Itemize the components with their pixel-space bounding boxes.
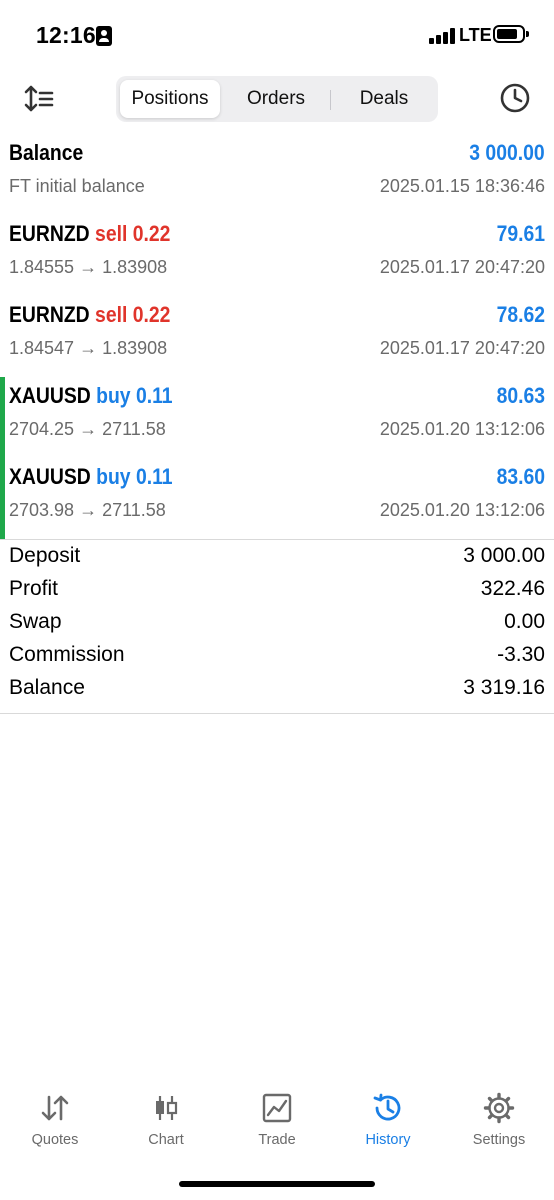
summary-value: 0.00 [504, 610, 545, 633]
tab-history[interactable]: History [333, 1086, 443, 1152]
segment-divider [330, 90, 331, 110]
trade-icon [262, 1093, 292, 1123]
symbol-text: Balance [9, 140, 84, 165]
tab-settings[interactable]: Settings [444, 1086, 554, 1152]
trade-side: buy 0.11 [96, 464, 173, 489]
tab-label: Quotes [31, 1132, 79, 1148]
gear-icon [483, 1092, 515, 1124]
row-time: 2025.01.15 18:36:46 [379, 176, 545, 196]
row-symbol: XAUUSD buy 0.11 [9, 383, 173, 409]
summary-row-deposit: Deposit 3 000.00 [0, 540, 554, 573]
row-time: 2025.01.20 13:12:06 [379, 500, 545, 520]
summary-value: 3 000.00 [463, 544, 545, 567]
top-bar: Positions Orders Deals [0, 70, 554, 130]
summary-row-commission: Commission -3.30 [0, 639, 554, 672]
summary-label: Balance [9, 676, 85, 699]
tab-positions[interactable]: Positions [120, 80, 220, 118]
row-price-range: 1.84555 → 1.83908 [9, 257, 168, 277]
list-item-deal[interactable]: EURNZD sell 0.22 78.62 1.84547 → 1.83908… [0, 296, 554, 377]
row-symbol: Balance [9, 140, 83, 166]
row-profit: 83.60 [496, 464, 545, 489]
row-detail: FT initial balance [9, 176, 145, 196]
network-type: LTE [459, 25, 492, 45]
row-symbol: EURNZD sell 0.22 [9, 221, 170, 247]
summary-section: Deposit 3 000.00 Profit 322.46 Swap 0.00… [0, 540, 554, 705]
row-symbol: XAUUSD buy 0.11 [9, 464, 173, 490]
trade-side: sell 0.22 [95, 302, 171, 327]
row-symbol: EURNZD sell 0.22 [9, 302, 170, 328]
summary-label: Commission [9, 643, 125, 666]
summary-value: 322.46 [480, 577, 545, 600]
segmented-control: Positions Orders Deals [116, 76, 438, 122]
tab-quotes[interactable]: Quotes [0, 1086, 110, 1152]
chart-icon [156, 1096, 178, 1120]
summary-value: 3 319.16 [463, 676, 545, 699]
home-indicator [179, 1181, 375, 1187]
summary-label: Swap [9, 610, 62, 633]
tab-trade[interactable]: Trade [222, 1086, 332, 1152]
tab-deals[interactable]: Deals [334, 80, 434, 118]
symbol-text: EURNZD [9, 302, 90, 327]
row-profit: 80.63 [496, 383, 545, 408]
trade-side: buy 0.11 [96, 383, 173, 408]
tab-label: Chart [148, 1132, 184, 1148]
symbol-text: XAUUSD [9, 383, 91, 408]
summary-divider [0, 713, 554, 714]
row-profit: 78.62 [496, 302, 545, 327]
quotes-icon [41, 1095, 69, 1121]
list-item-deal[interactable]: XAUUSD buy 0.11 80.63 2704.25 → 2711.58 … [0, 377, 554, 458]
history-list: Balance 3 000.00 FT initial balance 2025… [0, 134, 554, 540]
row-price-range: 1.84547 → 1.83908 [9, 338, 168, 358]
tab-label: History [365, 1132, 411, 1148]
symbol-text: XAUUSD [9, 464, 91, 489]
row-time: 2025.01.17 20:47:20 [379, 338, 545, 358]
tab-label: Settings [472, 1132, 526, 1148]
clock-icon [500, 83, 530, 113]
list-item-deal[interactable]: EURNZD sell 0.22 79.61 1.84555 → 1.83908… [0, 215, 554, 296]
summary-row-profit: Profit 322.46 [0, 573, 554, 606]
row-value: 3 000.00 [469, 140, 545, 165]
summary-row-balance: Balance 3 319.16 [0, 672, 554, 705]
list-item-deal[interactable]: XAUUSD buy 0.11 83.60 2703.98 → 2711.58 … [0, 458, 554, 539]
sort-button[interactable] [22, 82, 56, 116]
trade-side: sell 0.22 [95, 221, 171, 246]
row-price-range: 2703.98 → 2711.58 [9, 500, 166, 520]
tab-chart[interactable]: Chart [111, 1086, 221, 1152]
status-bar: 12:16 LTE [0, 0, 554, 70]
cellular-signal-icon [429, 28, 455, 44]
symbol-text: EURNZD [9, 221, 90, 246]
tab-label: Trade [258, 1132, 296, 1148]
period-button[interactable] [499, 82, 531, 114]
history-icon [373, 1093, 401, 1121]
row-time: 2025.01.20 13:12:06 [379, 419, 545, 439]
list-item-balance[interactable]: Balance 3 000.00 FT initial balance 2025… [0, 134, 554, 215]
sort-icon [24, 85, 54, 112]
row-profit: 79.61 [496, 221, 545, 246]
summary-value: -3.30 [497, 643, 545, 666]
summary-row-swap: Swap 0.00 [0, 606, 554, 639]
row-time: 2025.01.17 20:47:20 [379, 257, 545, 277]
row-price-range: 2704.25 → 2711.58 [9, 419, 166, 439]
tab-orders[interactable]: Orders [226, 80, 326, 118]
summary-label: Profit [9, 577, 59, 600]
status-time: 12:16 [36, 22, 96, 48]
contact-card-icon [96, 26, 112, 46]
battery-icon [493, 25, 529, 43]
summary-label: Deposit [9, 544, 81, 567]
bottom-tab-bar: Quotes Chart Trade History Settings [0, 1086, 554, 1156]
